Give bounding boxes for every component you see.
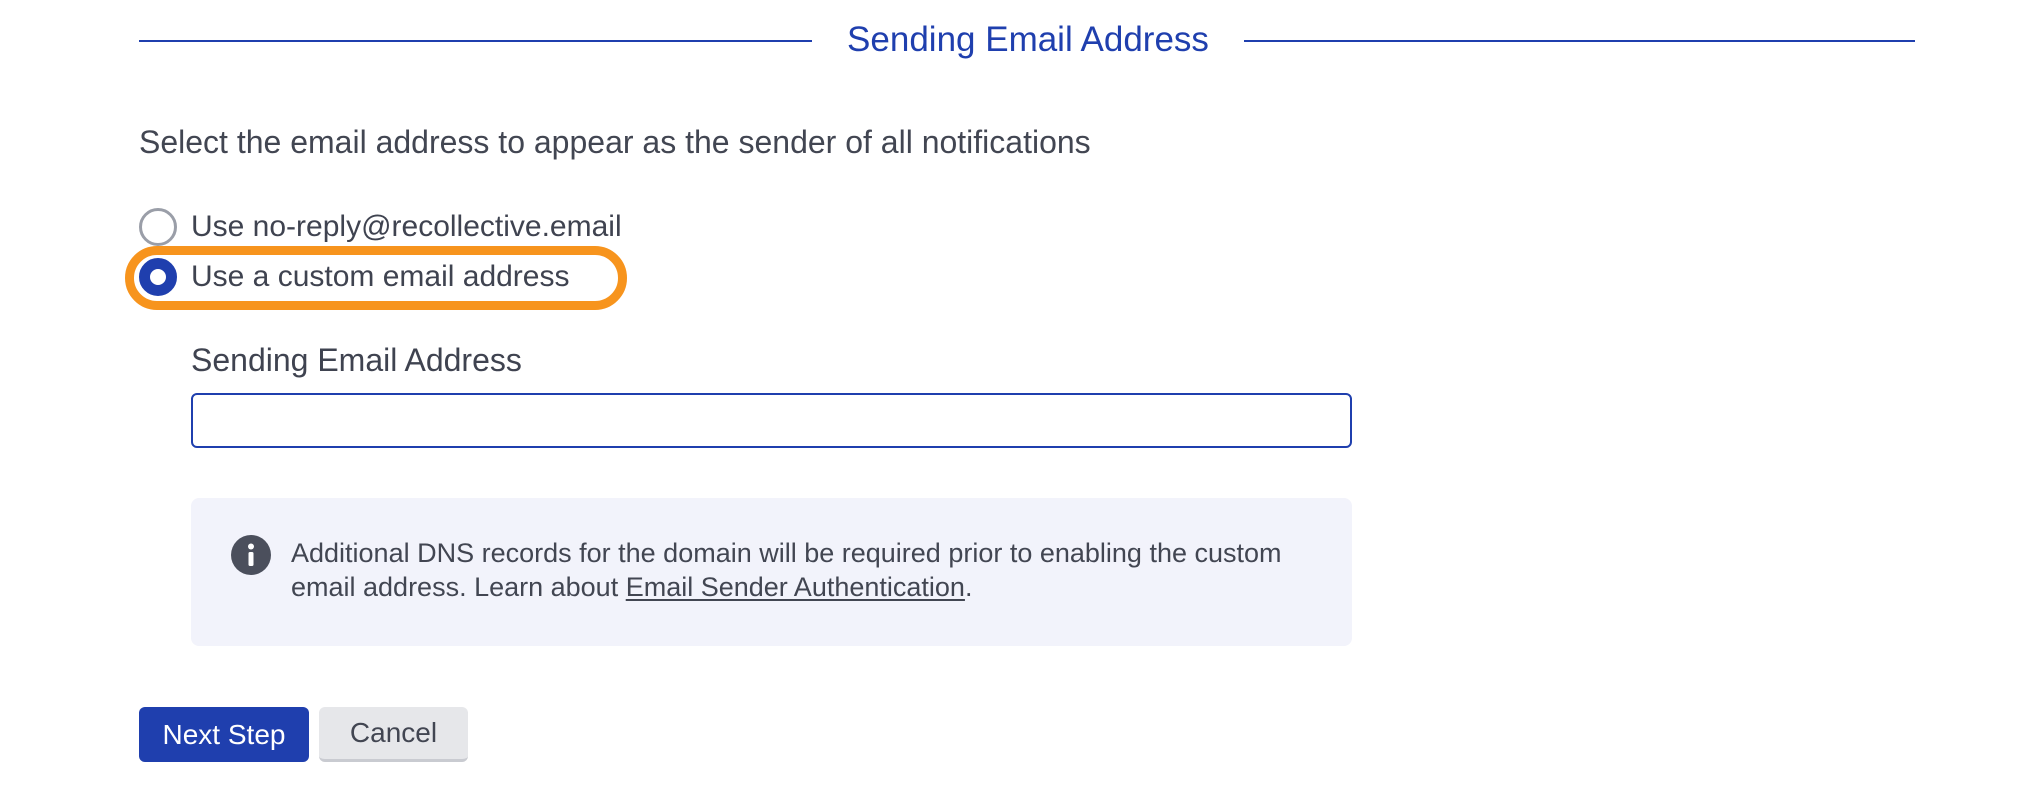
radio-label-custom-email: Use a custom email address bbox=[191, 260, 570, 293]
email-sender-authentication-link[interactable]: Email Sender Authentication bbox=[626, 572, 965, 602]
info-box: Additional DNS records for the domain wi… bbox=[191, 498, 1352, 646]
radio-option-no-reply[interactable]: Use no-reply@recollective.email bbox=[139, 205, 622, 249]
radio-button-no-reply[interactable] bbox=[139, 208, 177, 246]
info-text-end: . bbox=[964, 572, 973, 602]
radio-label-no-reply: Use no-reply@recollective.email bbox=[191, 210, 622, 243]
radio-option-custom-email[interactable]: Use a custom email address bbox=[139, 255, 570, 299]
section-heading: Sending Email Address bbox=[139, 12, 1915, 68]
radio-button-custom-email[interactable] bbox=[139, 258, 177, 296]
email-field-label: Sending Email Address bbox=[191, 342, 522, 378]
cancel-button[interactable]: Cancel bbox=[319, 707, 468, 762]
next-step-button[interactable]: Next Step bbox=[139, 707, 309, 762]
info-icon bbox=[231, 535, 271, 575]
sending-email-input[interactable] bbox=[191, 393, 1352, 448]
info-text: Additional DNS records for the domain wi… bbox=[291, 536, 1321, 604]
heading-rule-left bbox=[139, 40, 812, 42]
section-title: Sending Email Address bbox=[847, 20, 1209, 59]
instruction-text: Select the email address to appear as th… bbox=[139, 124, 1091, 160]
heading-rule-right bbox=[1244, 40, 1915, 42]
